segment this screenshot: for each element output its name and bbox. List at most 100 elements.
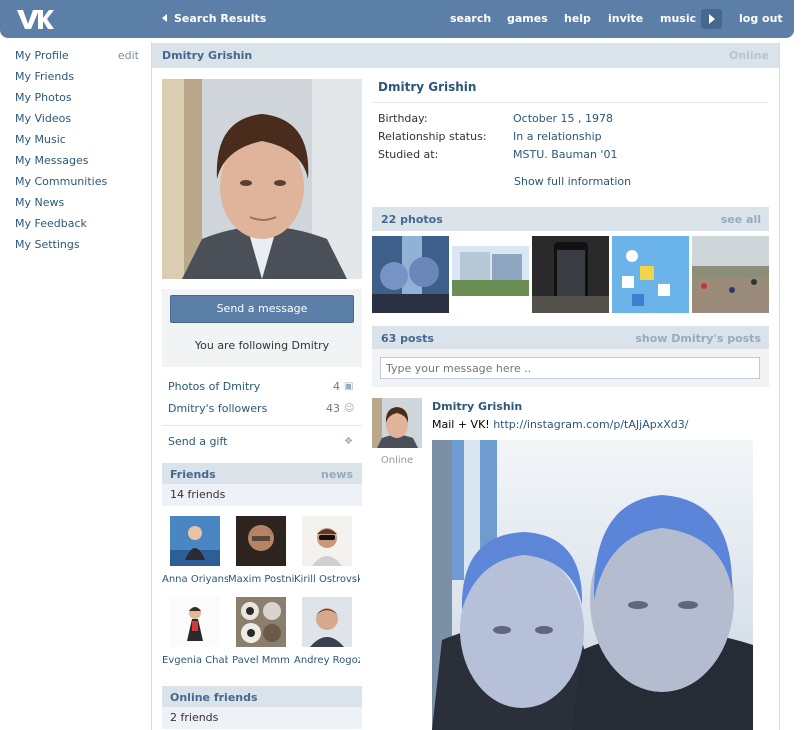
info-key: Studied at:	[378, 148, 439, 161]
info-row-studied: Studied at: MSTU. Bauman '01	[378, 148, 768, 166]
info-key: Birthday:	[378, 112, 428, 125]
photos-of-label: Photos of Dmitry	[168, 380, 261, 393]
info-value[interactable]: October 15 , 1978	[513, 112, 613, 125]
back-arrow-icon	[162, 14, 167, 22]
menu-my-friends[interactable]: My Friends	[15, 70, 145, 91]
friends-title: Friends	[170, 468, 216, 481]
photos-title: 22 photos	[381, 213, 443, 226]
vk-logo[interactable]	[16, 7, 54, 31]
menu-my-videos[interactable]: My Videos	[15, 112, 145, 133]
info-row-birthday: Birthday: October 15 , 1978	[378, 112, 768, 130]
friend-card[interactable]: Andrey Rogozov	[294, 597, 360, 666]
edit-profile-link[interactable]: edit	[118, 49, 139, 62]
friend-name[interactable]: Evgenia Chabanenko	[162, 655, 228, 666]
friends-header[interactable]: Friends news	[162, 463, 362, 485]
menu-my-photos[interactable]: My Photos	[15, 91, 145, 112]
nav-help[interactable]: help	[564, 12, 591, 25]
nav-logout[interactable]: log out	[739, 12, 783, 25]
online-friends-title: Online friends	[170, 691, 258, 704]
info-row-relationship: Relationship status: In a relationship	[378, 130, 768, 148]
following-status: You are following Dmitry	[194, 339, 330, 352]
profile-avatar[interactable]	[162, 79, 362, 279]
friends-news-link[interactable]: news	[321, 468, 353, 481]
friend-card[interactable]: Kirill Ostrovsky	[294, 516, 360, 585]
info-value[interactable]: In a relationship	[513, 130, 602, 143]
nav-games[interactable]: games	[507, 12, 548, 25]
friend-name[interactable]: Andrey Rogozov	[294, 655, 360, 666]
gift-icon: ❖	[344, 436, 353, 447]
followers-link[interactable]: Dmitry's followers 43 ☺	[168, 402, 356, 424]
friend-photo	[236, 516, 286, 566]
menu-my-feedback[interactable]: My Feedback	[15, 217, 145, 238]
post-message-input[interactable]	[380, 357, 760, 379]
post-author-avatar[interactable]	[372, 398, 422, 448]
followers-label: Dmitry's followers	[168, 402, 268, 415]
friend-card[interactable]: Pavel Mmm	[228, 597, 294, 666]
online-friends-count: 2 friends	[170, 711, 219, 724]
nav-invite[interactable]: invite	[608, 12, 643, 25]
posts-header[interactable]: 63 posts show Dmitry's posts	[372, 326, 769, 350]
friend-name[interactable]: Kirill Ostrovsky	[294, 574, 360, 585]
menu-my-settings[interactable]: My Settings	[15, 238, 145, 259]
info-key: Relationship status:	[378, 130, 487, 143]
photo-thumbnail[interactable]	[452, 236, 529, 313]
friend-name[interactable]: Anna Oriyanskaya	[162, 574, 228, 585]
post-author-online: Online	[380, 455, 414, 466]
friend-card[interactable]: Evgenia Chabanenko	[162, 597, 228, 666]
friends-count: 14 friends	[170, 488, 226, 501]
profile-name: Dmitry Grishin	[378, 80, 477, 94]
show-full-info-link[interactable]: Show full information	[514, 175, 631, 188]
back-label: Search Results	[174, 12, 267, 25]
post-image[interactable]	[432, 440, 753, 730]
online-status: Online	[728, 49, 769, 62]
friend-photo	[302, 597, 352, 647]
photos-of-link[interactable]: Photos of Dmitry 4 ▣	[168, 380, 356, 402]
profile-name-header: Dmitry Grishin	[162, 49, 253, 62]
photo-thumbnail[interactable]	[532, 236, 609, 313]
show-posts-link[interactable]: show Dmitry's posts	[635, 332, 761, 345]
divider	[372, 102, 768, 103]
post-composer	[372, 349, 769, 387]
photos-of-count: 4	[333, 380, 340, 393]
post-text-body: Mail + VK!	[432, 418, 490, 431]
menu-my-communities[interactable]: My Communities	[15, 175, 145, 196]
see-all-photos-link[interactable]: see all	[721, 213, 761, 226]
menu-my-messages[interactable]: My Messages	[15, 154, 145, 175]
menu-my-news[interactable]: My News	[15, 196, 145, 217]
posts-title: 63 posts	[381, 332, 434, 345]
photo-thumbnail[interactable]	[372, 236, 449, 313]
back-to-search-results-link[interactable]: Search Results	[162, 12, 266, 25]
post-link[interactable]: http://instagram.com/p/tAJjApxXd3/	[493, 418, 688, 431]
online-friends-count-bar: 2 friends	[162, 707, 362, 729]
send-message-button[interactable]: Send a message	[170, 295, 354, 323]
friend-photo	[170, 516, 220, 566]
nav-search[interactable]: search	[450, 12, 491, 25]
music-play-icon[interactable]	[701, 9, 722, 29]
photos-header[interactable]: 22 photos see all	[372, 207, 769, 231]
divider	[162, 425, 362, 426]
online-friends-header[interactable]: Online friends	[162, 686, 362, 708]
gift-links: Send a gift ❖	[168, 435, 356, 457]
people-icon: ☺	[344, 403, 355, 414]
photo-thumbnail[interactable]	[692, 236, 769, 313]
followers-count: 43	[326, 402, 340, 415]
top-header-bar: Search Results search games help invite …	[0, 0, 794, 38]
profile-links: Photos of Dmitry 4 ▣ Dmitry's followers …	[168, 380, 356, 424]
left-menu: My Profile edit My Friends My Photos My …	[15, 49, 145, 259]
camera-icon: ▣	[344, 381, 354, 392]
info-value[interactable]: MSTU. Bauman '01	[513, 148, 617, 161]
post-author-name[interactable]: Dmitry Grishin	[432, 400, 522, 413]
friend-photo	[236, 597, 286, 647]
nav-music[interactable]: music	[660, 12, 696, 25]
friend-card[interactable]: Maxim Postnikov	[228, 516, 294, 585]
friend-name[interactable]: Pavel Mmm	[228, 655, 294, 666]
send-gift-label: Send a gift	[168, 435, 228, 448]
profile-actions: Send a message You are following Dmitry	[162, 289, 362, 367]
send-gift-link[interactable]: Send a gift ❖	[168, 435, 356, 457]
friend-photo	[170, 597, 220, 647]
menu-my-music[interactable]: My Music	[15, 133, 145, 154]
friend-card[interactable]: Anna Oriyanskaya	[162, 516, 228, 585]
photo-thumbnail[interactable]	[612, 236, 689, 313]
friend-name[interactable]: Maxim Postnikov	[228, 574, 294, 585]
post-text: Mail + VK! http://instagram.com/p/tAJjAp…	[432, 418, 688, 431]
